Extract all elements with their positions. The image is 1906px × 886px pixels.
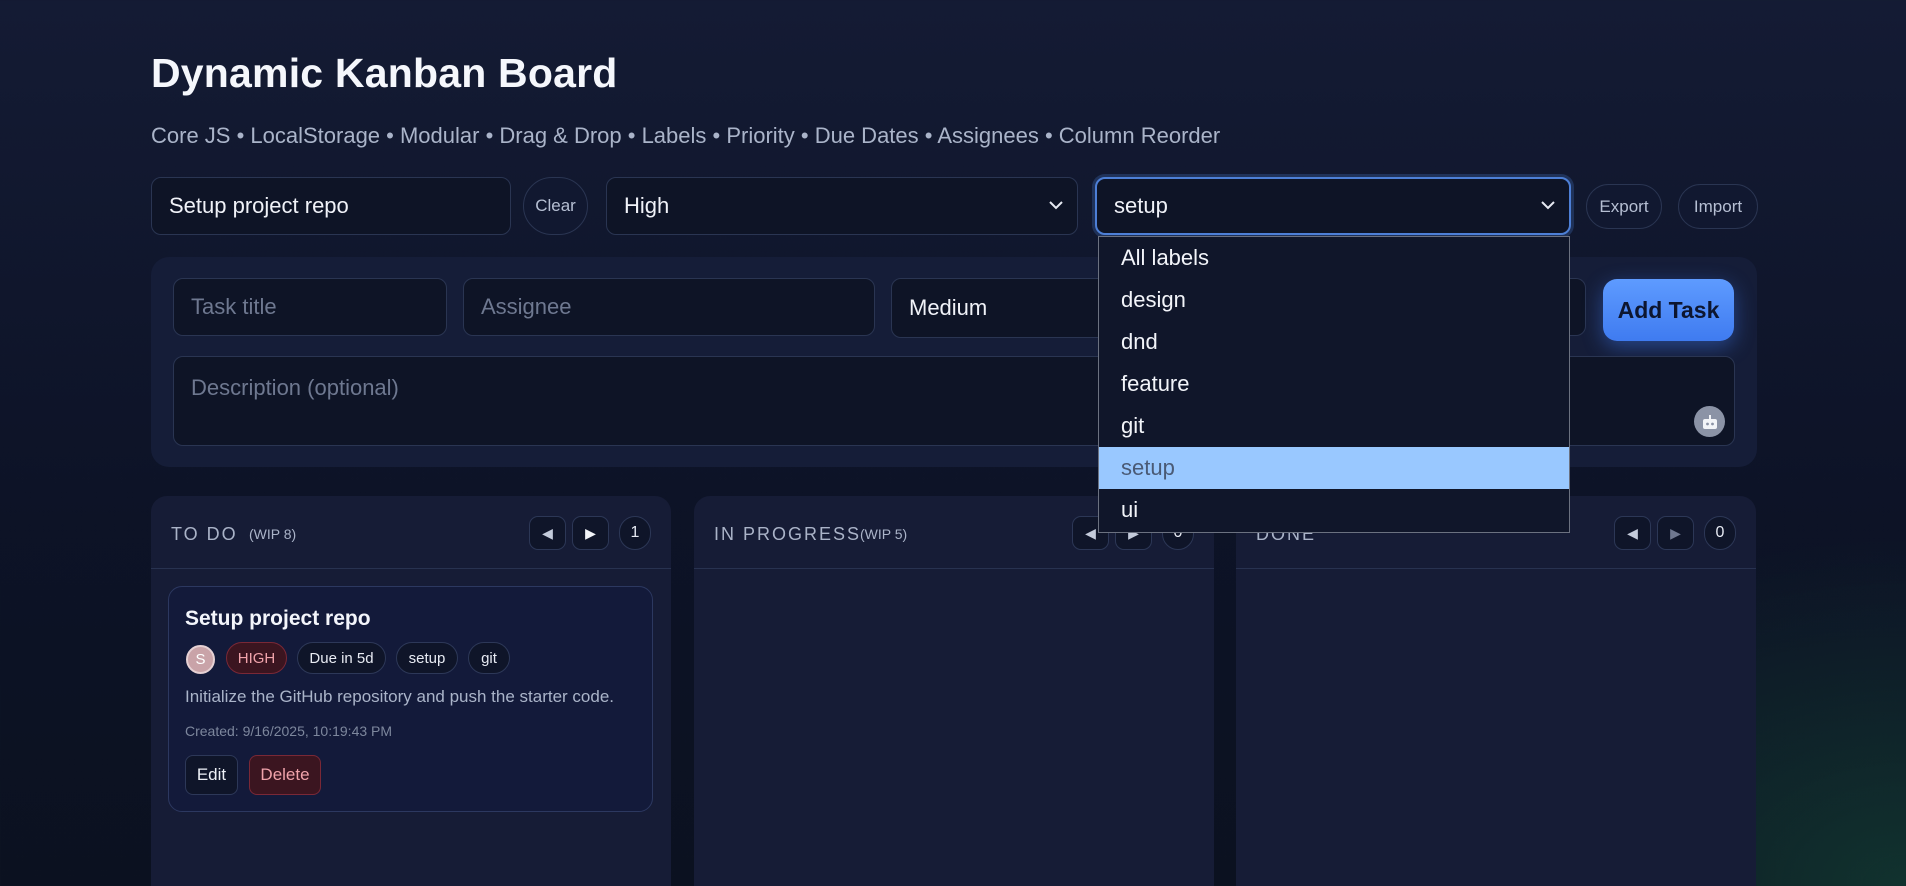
dropdown-option-git[interactable]: git [1099, 405, 1569, 447]
edit-button[interactable]: Edit [185, 755, 238, 795]
task-count-badge: 0 [1704, 516, 1736, 550]
task-description: Initialize the GitHub repository and pus… [185, 687, 615, 706]
priority-badge: HIGH [226, 642, 287, 674]
assignee-input[interactable]: Assignee [463, 278, 875, 336]
description-placeholder: Description (optional) [191, 375, 399, 400]
column-wip: (WIP 8) [249, 526, 297, 542]
chevron-down-icon [1049, 197, 1063, 215]
page-subtitle: Core JS • LocalStorage • Modular • Drag … [151, 123, 1221, 148]
import-button[interactable]: Import [1678, 184, 1758, 229]
dropdown-option-feature[interactable]: feature [1099, 363, 1569, 405]
dropdown-option-design[interactable]: design [1099, 279, 1569, 321]
chevron-down-icon [1541, 197, 1555, 215]
move-left-button[interactable]: ◀ [529, 516, 566, 550]
column-title: IN PROGRESS [714, 524, 862, 544]
column-in-progress[interactable]: IN PROGRESS (WIP 5) ◀ ▶ 0 [694, 496, 1214, 886]
due-badge: Due in 5d [297, 642, 386, 674]
label-filter-value: setup [1114, 193, 1168, 218]
task-card[interactable]: Setup project repo S HIGH Due in 5d setu… [168, 586, 653, 812]
column-done[interactable]: DONE ◀ ▶ 0 [1236, 496, 1756, 886]
avatar: S [186, 645, 215, 674]
clear-button[interactable]: Clear [523, 177, 588, 235]
search-input[interactable]: Setup project repo [151, 177, 511, 235]
priority-select-value: Medium [909, 295, 988, 320]
priority-select[interactable]: Medium [891, 278, 1111, 338]
column-title: TO DO [171, 524, 238, 544]
priority-filter-select[interactable]: High [606, 177, 1078, 235]
label-chip: git [468, 642, 510, 674]
add-task-button[interactable]: Add Task [1603, 279, 1734, 341]
due-date-input[interactable] [1570, 278, 1586, 336]
column-header: TO DO (WIP 8) ◀ ▶ 1 [151, 496, 671, 569]
task-title-input[interactable]: Task title [173, 278, 447, 336]
dropdown-option-dnd[interactable]: dnd [1099, 321, 1569, 363]
label-chip: setup [396, 642, 458, 674]
export-button[interactable]: Export [1586, 184, 1662, 229]
bot-icon[interactable] [1694, 406, 1725, 437]
dropdown-option-setup[interactable]: setup [1099, 447, 1569, 489]
task-title: Setup project repo [185, 607, 371, 630]
task-created: Created: 9/16/2025, 10:19:43 PM [185, 723, 393, 739]
column-todo[interactable]: TO DO (WIP 8) ◀ ▶ 1 Setup project repo S… [151, 496, 671, 886]
move-right-button[interactable]: ▶ [572, 516, 609, 550]
page-title: Dynamic Kanban Board [151, 50, 618, 96]
dropdown-option-all-labels[interactable]: All labels [1099, 237, 1569, 279]
task-title-placeholder: Task title [191, 294, 277, 319]
column-wip: (WIP 5) [860, 526, 908, 542]
label-filter-select[interactable]: setup [1095, 177, 1571, 235]
task-count-badge: 1 [619, 516, 651, 550]
label-filter-dropdown[interactable]: All labels design dnd feature git setup … [1098, 236, 1570, 533]
priority-filter-value: High [624, 193, 670, 218]
delete-button[interactable]: Delete [249, 755, 321, 795]
assignee-placeholder: Assignee [481, 294, 572, 319]
search-input-value: Setup project repo [169, 193, 349, 218]
move-right-button[interactable]: ▶ [1657, 516, 1694, 550]
move-left-button[interactable]: ◀ [1614, 516, 1651, 550]
dropdown-option-ui[interactable]: ui [1099, 489, 1569, 531]
